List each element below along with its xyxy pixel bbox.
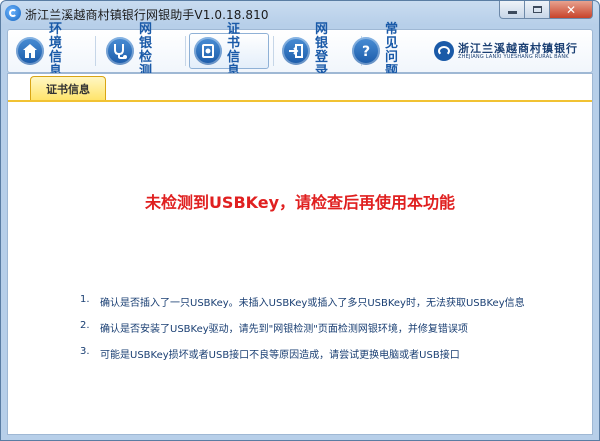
nav-toolbar: 环境 信息 网银 检测 证书 信息 网银 登录 ? 常见 问题 浙江兰溪越商村镇… bbox=[7, 23, 593, 79]
close-icon: ✕ bbox=[565, 2, 577, 17]
login-icon bbox=[282, 37, 310, 65]
divider bbox=[95, 36, 96, 66]
nav-label: 环境 信息 bbox=[49, 22, 66, 79]
close-button[interactable]: ✕ bbox=[550, 1, 593, 19]
nav-label: 网银 检测 bbox=[139, 22, 156, 79]
bank-name-en: ZHEJIANG LANXI YUESHANG RURAL BANK bbox=[458, 54, 569, 60]
no-usbkey-warning: 未检测到USBKey，请检查后再使用本功能 bbox=[144, 193, 456, 212]
nav-environment-info[interactable]: 环境 信息 bbox=[12, 23, 90, 79]
bank-logo-icon bbox=[434, 41, 454, 61]
app-logo-icon bbox=[5, 5, 21, 21]
nav-label: 网银 登录 bbox=[315, 22, 332, 79]
nav-certificate-info[interactable]: 证书 信息 bbox=[189, 23, 269, 79]
nav-netbank-check[interactable]: 网银 检测 bbox=[102, 23, 180, 79]
divider bbox=[273, 36, 274, 66]
nav-netbank-login[interactable]: 网银 登录 bbox=[278, 23, 356, 79]
window-controls: ✕ bbox=[499, 1, 593, 20]
title-bar[interactable]: 浙江兰溪越商村镇银行网银助手V1.0.18.810 ✕ bbox=[1, 1, 599, 27]
bank-logo: 浙江兰溪越商村镇银行 ZHEJIANG LANXI YUESHANG RURAL… bbox=[434, 38, 592, 66]
minimize-button[interactable] bbox=[499, 1, 525, 19]
app-window: 浙江兰溪越商村镇银行网银助手V1.0.18.810 ✕ 环境信息 网银检测 bbox=[0, 0, 600, 441]
stethoscope-icon bbox=[106, 37, 134, 65]
svg-text:?: ? bbox=[362, 44, 370, 60]
maximize-button[interactable] bbox=[525, 1, 550, 19]
tab-strip: 证书信息 bbox=[8, 74, 592, 102]
maximize-icon bbox=[532, 6, 542, 13]
window-title: 浙江兰溪越商村镇银行网银助手V1.0.18.810 bbox=[25, 8, 269, 22]
nav-label: 常见 问题 bbox=[385, 22, 402, 79]
tab-certificate-info[interactable]: 证书信息 bbox=[30, 76, 106, 100]
troubleshooting-list: 1. 确认是否插入了一只USBKey。未插入USBKey或插入了多只USBKey… bbox=[80, 294, 580, 372]
certificate-icon bbox=[194, 37, 222, 65]
list-item: 3. 可能是USBKey损坏或者USB接口不良等原因造成，请尝试更换电脑或者US… bbox=[80, 346, 460, 361]
list-item: 2. 确认是否安装了USBKey驱动，请先到"网银检测"页面检测网银环境，并修复… bbox=[80, 320, 468, 335]
nav-faq[interactable]: ? 常见 问题 bbox=[348, 23, 426, 79]
list-item: 1. 确认是否插入了一只USBKey。未插入USBKey或插入了多只USBKey… bbox=[80, 294, 525, 309]
question-icon: ? bbox=[352, 37, 380, 65]
content-panel: 证书信息 未检测到USBKey，请检查后再使用本功能 1. 确认是否插入了一只U… bbox=[7, 73, 593, 435]
divider bbox=[185, 36, 186, 66]
minimize-icon bbox=[507, 11, 517, 14]
home-icon bbox=[16, 37, 44, 65]
nav-label: 证书 信息 bbox=[227, 22, 244, 79]
